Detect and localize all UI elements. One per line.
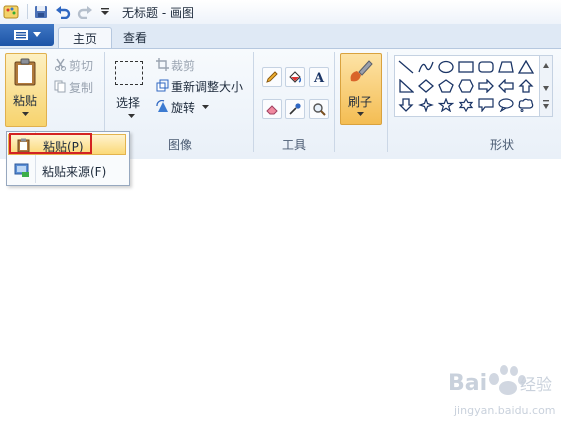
shape-diamond-icon[interactable] — [416, 76, 436, 95]
watermark-url: jingyan.baidu.com — [453, 404, 556, 417]
shape-four-point-star-icon[interactable] — [416, 95, 436, 114]
shape-right-triangle-icon[interactable] — [396, 76, 416, 95]
highlight-box — [9, 133, 92, 154]
group-separator — [387, 52, 388, 152]
paint-menu-icon — [14, 30, 28, 40]
paint-menu-button[interactable] — [0, 24, 54, 46]
magnifier-icon[interactable] — [309, 99, 329, 119]
shape-line-icon[interactable] — [396, 57, 416, 76]
select-dropdown-arrow-icon[interactable] — [126, 112, 136, 120]
rotate-button[interactable]: 旋转 — [171, 99, 195, 116]
shape-right-arrow-icon[interactable] — [476, 76, 496, 95]
paste-from-icon — [14, 163, 30, 178]
group-separator — [334, 52, 335, 152]
save-icon[interactable] — [32, 3, 49, 20]
paint-app-icon[interactable] — [2, 3, 19, 20]
undo-icon[interactable] — [54, 3, 71, 20]
shapes-group-label: 形状 — [489, 138, 514, 152]
color-picker-icon[interactable] — [285, 99, 305, 119]
copy-button[interactable]: 复制 — [69, 79, 93, 96]
crop-icon — [155, 57, 169, 71]
tab-view[interactable]: 查看 — [112, 27, 158, 48]
redo-icon[interactable] — [76, 3, 93, 20]
shape-oval-callout-icon[interactable] — [496, 95, 516, 114]
shape-rounded-rectangle-icon[interactable] — [476, 57, 496, 76]
tools-group-label: 工具 — [281, 138, 306, 152]
shape-oval-icon[interactable] — [436, 57, 456, 76]
customize-toolbar-icon[interactable] — [96, 3, 113, 20]
shape-cloud-callout-icon[interactable] — [516, 95, 536, 114]
baidu-jingyan-watermark: Bai 经验 jingyan.baidu.com — [408, 358, 558, 424]
brush-icon — [345, 57, 375, 87]
cut-button[interactable]: 剪切 — [69, 57, 93, 74]
chevron-down-icon — [543, 86, 549, 91]
eraser-icon[interactable] — [262, 99, 282, 119]
select-icon — [115, 61, 143, 85]
watermark-brand: Bai — [448, 371, 487, 396]
shape-six-point-star-icon[interactable] — [456, 95, 476, 114]
shape-hexagon-icon[interactable] — [456, 76, 476, 95]
brushes-label: 刷子 — [348, 95, 373, 109]
tab-home[interactable]: 主页 — [58, 27, 112, 49]
shape-up-arrow-icon[interactable] — [516, 76, 536, 95]
svg-text:A: A — [313, 71, 325, 84]
resize-icon — [155, 78, 169, 92]
shape-left-arrow-icon[interactable] — [496, 76, 516, 95]
expand-gallery-icon — [543, 104, 549, 109]
text-icon[interactable]: A — [309, 67, 329, 87]
shapes-gallery[interactable] — [394, 55, 541, 117]
shape-curve-icon[interactable] — [416, 57, 436, 76]
group-separator — [253, 52, 254, 152]
fill-bucket-icon[interactable] — [285, 67, 305, 87]
image-group-label: 图像 — [167, 138, 192, 152]
shape-pentagon-icon[interactable] — [436, 76, 456, 95]
crop-button[interactable]: 裁剪 — [171, 57, 195, 74]
clipboard-icon — [12, 57, 38, 87]
title-bar: 无标题 - 画图 — [0, 0, 561, 25]
chevron-down-icon — [33, 32, 41, 37]
paste-label: 粘贴 — [13, 94, 38, 108]
brushes-dropdown-arrow-icon[interactable] — [355, 110, 365, 118]
resize-button[interactable]: 重新调整大小 — [171, 78, 243, 95]
copy-icon — [53, 79, 67, 93]
chevron-up-icon — [543, 63, 549, 68]
rotate-icon — [155, 99, 169, 113]
shape-polygon-icon[interactable] — [496, 57, 516, 76]
rotate-dropdown-arrow-icon[interactable] — [200, 103, 210, 111]
window-title: 无标题 - 画图 — [122, 6, 194, 20]
shape-rect-callout-icon[interactable] — [476, 95, 496, 114]
paste-dropdown-arrow-icon[interactable] — [20, 110, 30, 118]
shape-rectangle-icon[interactable] — [456, 57, 476, 76]
select-button[interactable]: 选择 — [116, 94, 140, 111]
pencil-icon[interactable] — [262, 67, 282, 87]
shape-five-point-star-icon[interactable] — [436, 95, 456, 114]
menu-item-paste-from[interactable]: 粘贴来源(F) — [8, 160, 126, 181]
menu-item-paste-from-label: 粘贴来源(F) — [42, 165, 107, 179]
scissors-icon — [53, 57, 67, 71]
shapes-scrollbar[interactable] — [539, 55, 553, 117]
quick-access-separator — [27, 4, 28, 19]
paste-dropdown-menu: 粘贴(P) 粘贴来源(F) — [6, 131, 130, 186]
shape-triangle-icon[interactable] — [516, 57, 536, 76]
shape-down-arrow-icon[interactable] — [396, 95, 416, 114]
watermark-brand-suffix: 经验 — [520, 375, 552, 394]
